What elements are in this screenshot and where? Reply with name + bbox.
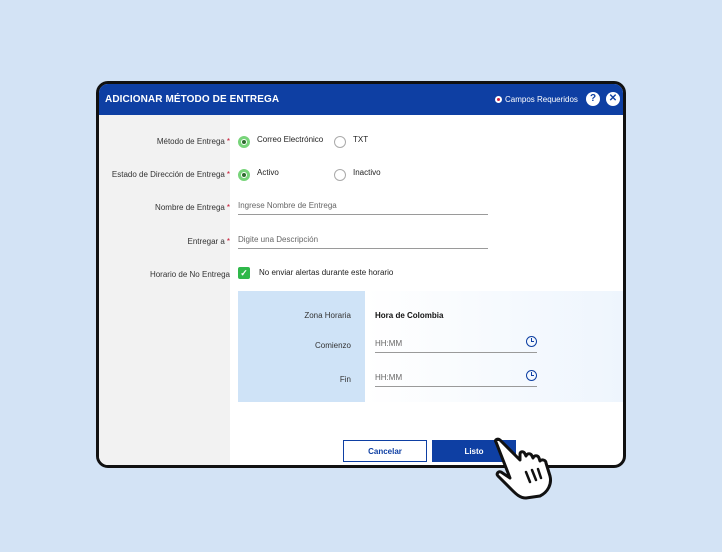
pointing-hand-icon xyxy=(494,437,552,500)
timezone-label: Zona Horaria xyxy=(304,311,351,320)
deliver-to-input[interactable]: Digite una Descripción xyxy=(238,234,488,249)
radio-active-label: Activo xyxy=(257,168,279,177)
delivery-name-label: Nombre de Entrega * xyxy=(104,203,230,212)
no-delivery-schedule-label: Horario de No Entrega xyxy=(149,270,230,279)
delivery-name-input[interactable]: Ingrese Nombre de Entrega xyxy=(238,200,488,215)
address-status-label: Estado de Dirección de Entrega * xyxy=(104,170,230,179)
end-time-input[interactable]: HH:MM xyxy=(375,370,537,387)
end-time-placeholder: HH:MM xyxy=(375,373,403,382)
deliver-to-label: Entregar a * xyxy=(104,237,230,246)
required-dot-icon xyxy=(495,96,502,103)
check-icon: ✓ xyxy=(240,268,248,278)
deliver-to-label-text: Entregar a xyxy=(187,237,225,246)
dialog-title: ADICIONAR MÉTODO DE ENTREGA xyxy=(105,94,280,105)
radio-email[interactable] xyxy=(238,136,250,148)
label-column: Método de Entrega * Estado de Dirección d… xyxy=(99,115,230,465)
start-time-input[interactable]: HH:MM xyxy=(375,336,537,353)
end-label: Fin xyxy=(339,375,351,384)
dialog-header: ADICIONAR MÉTODO DE ENTREGA Campos Reque… xyxy=(99,84,623,115)
radio-email-label: Correo Electrónico xyxy=(257,135,324,144)
start-time-placeholder: HH:MM xyxy=(375,339,403,348)
dialog-window: ADICIONAR MÉTODO DE ENTREGA Campos Reque… xyxy=(96,81,626,468)
radio-txt[interactable] xyxy=(334,136,346,148)
delivery-name-label-text: Nombre de Entrega xyxy=(155,203,225,212)
no-alerts-checkbox-label: No enviar alertas durante este horario xyxy=(259,268,394,277)
close-icon[interactable]: ✕ xyxy=(606,92,620,106)
delivery-method-label: Método de Entrega * xyxy=(104,137,230,146)
radio-txt-label: TXT xyxy=(353,135,369,144)
start-label: Comienzo xyxy=(314,341,351,350)
timezone-value: Hora de Colombia xyxy=(375,311,444,320)
schedule-values-panel: Hora de Colombia HH:MM HH:MM xyxy=(365,291,623,402)
no-alerts-checkbox[interactable]: ✓ xyxy=(238,267,250,279)
required-legend-label: Campos Requeridos xyxy=(505,95,578,104)
address-status-label-text: Estado de Dirección de Entrega xyxy=(111,170,225,179)
help-icon[interactable]: ? xyxy=(586,92,600,106)
radio-inactive[interactable] xyxy=(334,169,346,181)
form-content: Correo Electrónico TXT Activo Inactivo I… xyxy=(230,115,623,465)
required-legend: Campos Requeridos xyxy=(495,95,578,104)
radio-inactive-label: Inactivo xyxy=(353,168,381,177)
radio-active[interactable] xyxy=(238,169,250,181)
cancel-button[interactable]: Cancelar xyxy=(343,440,427,462)
delivery-method-label-text: Método de Entrega xyxy=(156,137,225,146)
clock-icon[interactable] xyxy=(526,336,537,347)
clock-icon[interactable] xyxy=(526,370,537,381)
schedule-labels-panel: Zona Horaria Comienzo Fin xyxy=(238,291,365,402)
